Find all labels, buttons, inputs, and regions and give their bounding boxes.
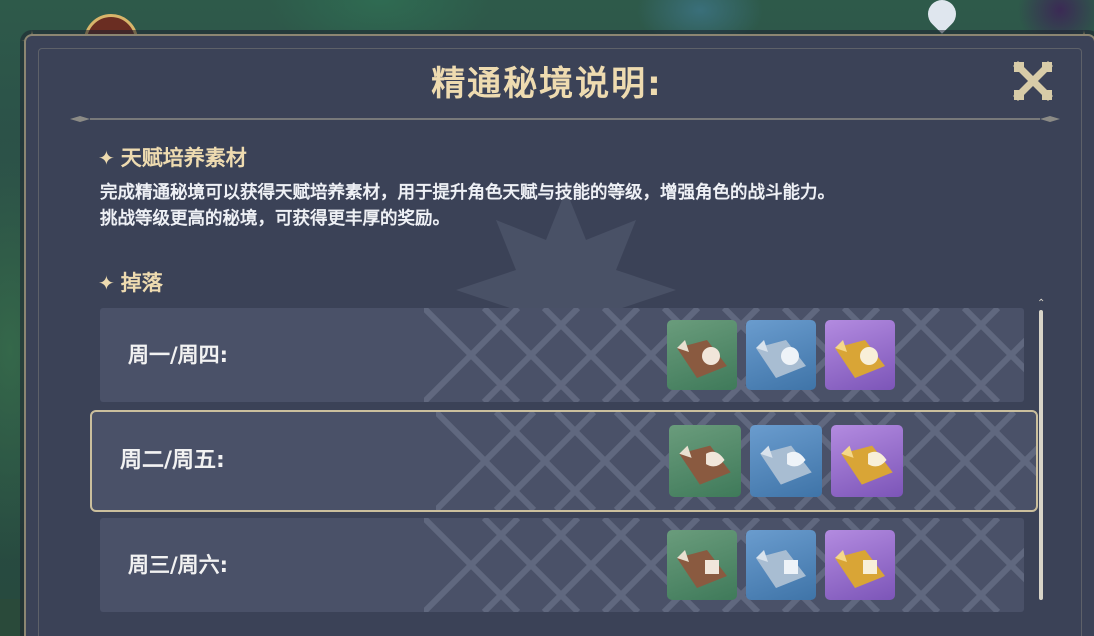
scroll-icon	[756, 550, 806, 588]
drop-row-tue-fri[interactable]: 周二/周五:	[90, 410, 1038, 512]
scroll-icon	[835, 340, 885, 378]
talent-description: 完成精通秘境可以获得天赋培养素材，用于提升角色天赋与技能的等级，增强角色的战斗能…	[100, 180, 1000, 232]
description-line-2: 挑战等级更高的秘境，可获得更丰厚的奖励。	[100, 209, 450, 229]
drop-row-wed-sat: 周三/周六:	[100, 518, 1024, 612]
item-list	[667, 320, 895, 390]
sparkle-icon: ✦	[98, 271, 115, 295]
dialog-title: 精通秘境说明:	[431, 64, 663, 104]
drops-heading-text: 掉落	[120, 271, 163, 295]
close-button[interactable]	[1012, 60, 1054, 102]
scroll-up-icon[interactable]: ⌃	[1037, 299, 1045, 309]
talent-book-blue[interactable]	[746, 320, 816, 390]
row-label: 周一/周四:	[128, 343, 229, 367]
talent-heading-text: 天赋培养素材	[120, 146, 247, 170]
talent-book-green[interactable]	[667, 320, 737, 390]
scrollbar[interactable]: ⌃	[1037, 299, 1045, 600]
talent-book-green[interactable]	[667, 530, 737, 600]
scroll-icon	[679, 445, 731, 485]
scroll-thumb[interactable]	[1039, 310, 1043, 600]
scroll-icon	[756, 340, 806, 378]
drops-section-heading: ✦ 掉落	[98, 267, 163, 297]
row-label: 周二/周五:	[120, 448, 225, 473]
talent-book-purple[interactable]	[825, 530, 895, 600]
item-list	[667, 530, 895, 600]
row-label: 周三/周六:	[128, 553, 229, 577]
title-divider	[70, 116, 1060, 122]
item-list	[669, 425, 903, 497]
scroll-icon	[677, 340, 727, 378]
close-x-icon	[1013, 61, 1053, 101]
scroll-icon	[835, 550, 885, 588]
talent-book-blue[interactable]	[750, 425, 822, 497]
sparkle-icon: ✦	[98, 146, 115, 170]
talent-book-blue[interactable]	[746, 530, 816, 600]
scroll-icon	[760, 445, 812, 485]
talent-section-heading: ✦ 天赋培养素材	[98, 142, 247, 172]
description-line-1: 完成精通秘境可以获得天赋培养素材，用于提升角色天赋与技能的等级，增强角色的战斗能…	[100, 183, 835, 203]
scroll-icon	[677, 550, 727, 588]
talent-book-purple[interactable]	[825, 320, 895, 390]
talent-book-green[interactable]	[669, 425, 741, 497]
drop-row-mon-thu: 周一/周四:	[100, 308, 1024, 402]
scroll-icon	[841, 445, 893, 485]
talent-book-purple[interactable]	[831, 425, 903, 497]
